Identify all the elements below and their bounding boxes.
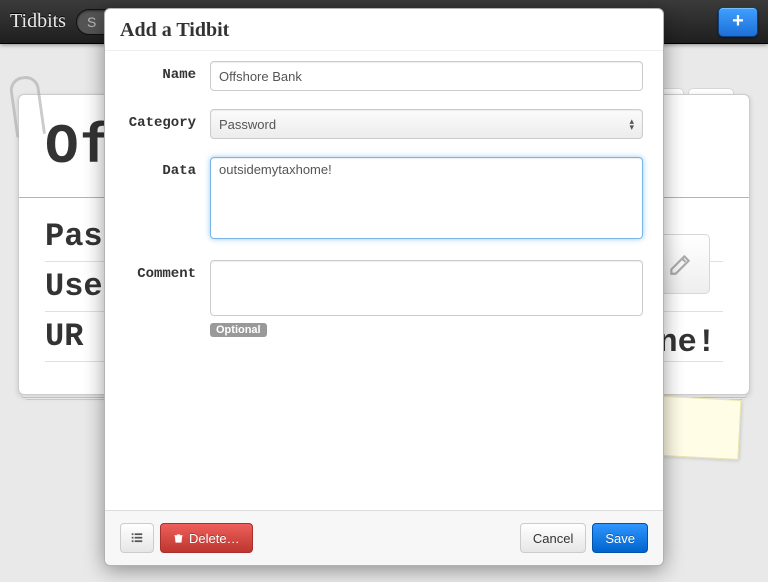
category-label: Category <box>125 109 210 131</box>
name-input[interactable] <box>210 61 643 91</box>
add-tidbit-modal: Add a Tidbit Name Category Password ▴▾ <box>104 8 664 566</box>
list-icon <box>130 531 144 545</box>
modal-body: Name Category Password ▴▾ Data <box>105 51 663 510</box>
name-label: Name <box>125 61 210 83</box>
select-caret-icon: ▴▾ <box>629 118 634 130</box>
category-selected-value: Password <box>219 117 276 132</box>
data-label: Data <box>125 157 210 179</box>
cancel-button[interactable]: Cancel <box>520 523 586 553</box>
comment-textarea[interactable] <box>210 260 643 316</box>
delete-button[interactable]: Delete… <box>160 523 253 553</box>
data-textarea[interactable] <box>210 157 643 239</box>
save-button[interactable]: Save <box>592 523 648 553</box>
modal-backdrop: Add a Tidbit Name Category Password ▴▾ <box>0 0 768 582</box>
modal-title: Add a Tidbit <box>120 19 648 42</box>
trash-icon <box>173 532 184 545</box>
comment-label: Comment <box>125 260 210 282</box>
list-button[interactable] <box>120 523 154 553</box>
category-select[interactable]: Password ▴▾ <box>210 109 643 139</box>
modal-footer: Delete… Cancel Save <box>105 510 663 565</box>
optional-badge: Optional <box>210 323 267 337</box>
delete-label: Delete… <box>189 531 240 546</box>
modal-header: Add a Tidbit <box>105 9 663 51</box>
